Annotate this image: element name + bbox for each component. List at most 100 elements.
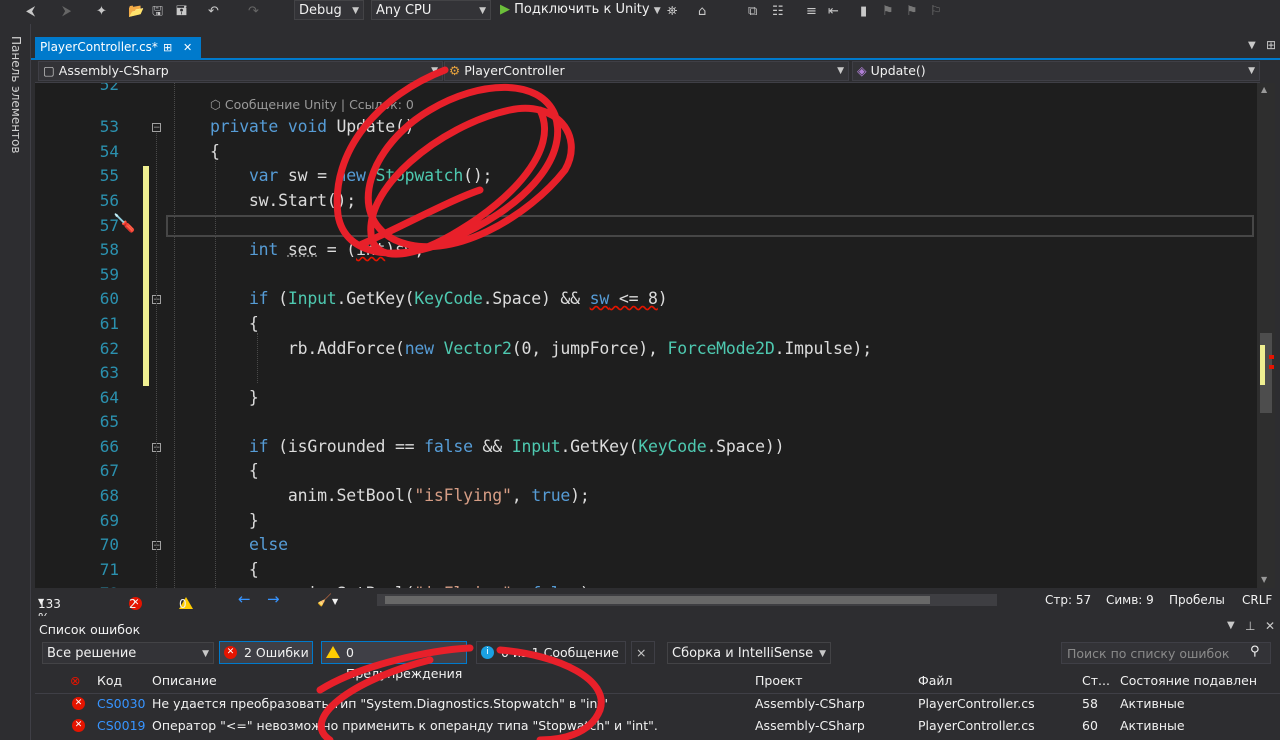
configuration-select[interactable]: Debug ▼ — [294, 0, 364, 20]
nav-forward-icon[interactable]: → — [267, 590, 280, 608]
line-ending[interactable]: CRLF — [1242, 593, 1272, 607]
cleanup-brush-icon[interactable]: 🧹 ▼ — [317, 593, 338, 607]
pin-icon[interactable]: ⊥ — [1245, 619, 1255, 633]
code-editor[interactable]: 52 53 54 55 56 57 58 59 60 61 62 63 64 6… — [35, 83, 1257, 588]
clear-filter-icon[interactable]: ⨯ — [631, 641, 655, 664]
chevron-down-icon: ▼ — [653, 6, 661, 16]
error-code-link[interactable]: CS0019 — [97, 715, 145, 737]
error-search-input[interactable]: Поиск по списку ошибок ⚲ — [1061, 642, 1271, 664]
project-select[interactable]: ▢ Assembly-CSharp ▼ — [38, 61, 443, 81]
line-number: 61 — [99, 314, 119, 333]
document-tab-strip — [31, 36, 1280, 60]
messages-filter-button[interactable]: i 0 из 1 Сообщение — [476, 641, 626, 664]
column-project[interactable]: Проект — [755, 673, 803, 688]
tab-list-dropdown-icon[interactable]: ▼ — [1248, 40, 1256, 51]
scroll-thumb[interactable] — [385, 596, 930, 604]
open-folder-icon[interactable]: 📂 — [128, 4, 144, 20]
home-icon[interactable]: ⌂ — [698, 4, 706, 20]
quick-action-screwdriver-icon[interactable]: 🪛 — [113, 213, 135, 234]
line-number: 52 — [99, 83, 119, 94]
collapse-icon[interactable]: − — [152, 123, 161, 133]
method-icon: ◈ — [857, 63, 867, 78]
unity-icon: ⬡ — [210, 97, 221, 112]
platform-select[interactable]: Any CPU ▼ — [371, 0, 491, 20]
code-line: var sw = new Stopwatch(); — [248, 166, 493, 185]
line-number: 63 — [99, 363, 119, 382]
clear-bookmarks-icon[interactable]: ⚐ — [930, 4, 942, 20]
nav-back-icon[interactable]: ← — [238, 590, 251, 608]
bookmark-icon[interactable]: ▮ — [860, 4, 867, 20]
indent-guide — [174, 83, 175, 588]
line-number: 66 — [99, 437, 119, 456]
panel-menu-icon[interactable]: ▼ — [1227, 620, 1235, 631]
code-line: { — [210, 560, 259, 579]
column-description[interactable]: Описание — [152, 673, 217, 688]
editor-status-bar: 133 % ▼ ✕ 2 0 ← → 🧹 ▼ Стр: 57 Симв: 9 Пр… — [35, 589, 1280, 625]
line-number: 69 — [99, 511, 119, 530]
code-line: { — [210, 314, 259, 333]
indent-mode[interactable]: Пробелы — [1169, 593, 1225, 607]
class-select[interactable]: ⚙ PlayerController ▼ — [444, 61, 849, 81]
member-select[interactable]: ◈ Update() ▼ — [852, 61, 1260, 81]
scroll-down-icon[interactable]: ▼ — [1261, 575, 1267, 584]
close-icon[interactable]: ✕ — [1265, 619, 1275, 633]
find-icon[interactable]: ⛯ — [667, 4, 677, 20]
code-line: if (Input.GetKey(KeyCode.Space) && sw <=… — [248, 289, 668, 308]
line-number: 65 — [99, 412, 119, 431]
line-number: 55 — [99, 166, 119, 185]
outdent-icon[interactable]: ⇤ — [828, 4, 839, 20]
error-marker — [1269, 355, 1274, 359]
errors-filter-button[interactable]: ✕ 2 Ошибки — [219, 641, 313, 664]
save-all-icon[interactable]: 🖬 — [176, 4, 187, 20]
column-line[interactable]: Ст... — [1082, 673, 1110, 688]
format-icon[interactable]: ≡ — [806, 4, 817, 20]
search-icon[interactable]: ⚲ — [1250, 644, 1260, 659]
horizontal-scrollbar[interactable] — [377, 594, 997, 606]
severity-column-icon[interactable]: ⊗ — [70, 673, 80, 688]
info-icon: i — [481, 646, 494, 659]
tab-player-controller[interactable]: PlayerController.cs* ⊞ ✕ — [35, 37, 201, 58]
class-view-icon[interactable]: ☷ — [772, 4, 784, 20]
code-line: { — [210, 142, 220, 161]
vertical-scrollbar[interactable]: ▲ ▼ — [1257, 83, 1275, 588]
error-code-link[interactable]: CS0030 — [97, 693, 145, 715]
close-icon[interactable]: ✕ — [183, 37, 192, 58]
scroll-up-icon[interactable]: ▲ — [1261, 85, 1267, 94]
panel-title: Список ошибок — [39, 622, 141, 637]
line-number: 58 — [99, 240, 119, 259]
split-icon[interactable]: ⊞ — [1266, 38, 1276, 52]
column-code[interactable]: Код — [97, 673, 122, 688]
current-line-highlight — [166, 215, 1254, 237]
table-row[interactable]: ✕ CS0030 Не удается преобразовать тип "S… — [35, 693, 1280, 715]
column-state[interactable]: Состояние подавлен — [1120, 673, 1257, 688]
line-number: 67 — [99, 461, 119, 480]
warnings-filter-button[interactable]: 0 Предупреждения — [321, 641, 467, 681]
scope-select[interactable]: Все решение ▼ — [42, 642, 214, 664]
solution-explorer-icon[interactable]: ⧉ — [748, 4, 757, 20]
redo-icon[interactable]: ↷ — [248, 4, 259, 20]
table-row[interactable]: ✕ CS0019 Оператор "<=" невозможно примен… — [35, 715, 1280, 737]
attach-unity-button[interactable]: ▶ Подключить к Unity ▼ — [500, 1, 661, 19]
undo-icon[interactable]: ↶ — [208, 4, 219, 20]
next-bookmark-icon[interactable]: ⚑ — [906, 4, 918, 20]
line-number: 54 — [99, 142, 119, 161]
line-indicator[interactable]: Стр: 57 — [1045, 593, 1091, 607]
toolbox-strip: Панель элементов — [0, 24, 31, 740]
pin-icon[interactable]: ⊞ — [163, 37, 172, 58]
back-icon[interactable]: ⮜ — [26, 4, 35, 20]
codelens-unity-message[interactable]: ⬡ Сообщение Unity | Ссылок: 0 — [210, 97, 414, 112]
forward-icon[interactable]: ⮞ — [62, 4, 71, 20]
column-file[interactable]: Файл — [918, 673, 953, 688]
line-number: 70 — [99, 535, 119, 554]
class-icon: ⚙ — [449, 63, 461, 78]
code-line: private void Update() — [210, 117, 415, 136]
warning-icon — [326, 646, 340, 658]
save-icon[interactable]: 🖫 — [152, 4, 163, 20]
build-filter-select[interactable]: Сборка и IntelliSense ▼ — [667, 642, 831, 664]
column-indicator[interactable]: Симв: 9 — [1106, 593, 1154, 607]
code-line: sw.Start(); — [210, 191, 357, 210]
new-project-icon[interactable]: ✦ — [96, 4, 107, 20]
prev-bookmark-icon[interactable]: ⚑ — [882, 4, 894, 20]
toolbox-tab[interactable]: Панель элементов — [9, 36, 23, 154]
line-number: 72 — [79, 584, 119, 588]
